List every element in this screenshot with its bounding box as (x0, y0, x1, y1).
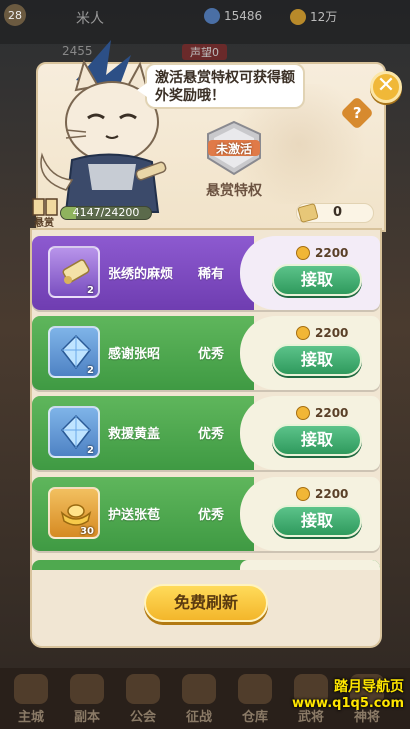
nav-item-guild[interactable]: 公会 (130, 706, 156, 725)
quest-card: 2 感谢张昭 优秀 2200 接取 (32, 316, 380, 390)
item-qty: 2 (87, 285, 94, 296)
player-name: 米人 (76, 11, 104, 27)
quest-name: 救援黄盖 (108, 427, 161, 442)
bubble-text: 激活悬赏特权可获得额外奖励哦！ (155, 70, 295, 104)
item-qty: 2 (87, 365, 94, 376)
quest-card-partial (32, 560, 380, 570)
nav-icon-guild[interactable] (126, 674, 160, 704)
accept-button[interactable]: 接取 (272, 424, 362, 456)
quest-name: 护送张苞 (108, 508, 161, 523)
nav-icon-dungeon[interactable] (70, 674, 104, 704)
item-qty: 30 (80, 526, 94, 537)
watermark-line-1: 踏月导航页 (334, 679, 404, 695)
nav-icon-campaign[interactable] (182, 674, 216, 704)
coin-icon (296, 406, 310, 420)
currency-2: 12万 (290, 8, 337, 25)
nav-item-campaign[interactable]: 征战 (186, 706, 212, 725)
progress-text: 4147/24200 (72, 206, 140, 219)
currency-1-value: 15486 (224, 9, 263, 23)
quest-reward: 2200 (296, 326, 348, 340)
token-icon (297, 202, 319, 224)
bounty-privilege[interactable]: 未激活 悬赏特权 (196, 120, 272, 200)
bounty-token-counter: 0 (296, 202, 374, 224)
bounty-progress-bar: 4147/24200 (60, 206, 152, 220)
quest-card: 30 护送张苞 优秀 2200 接取 (32, 477, 380, 551)
coin-icon (296, 246, 310, 260)
quest-reward: 2200 (296, 406, 348, 420)
accept-button[interactable]: 接取 (272, 344, 362, 376)
coin-icon (296, 326, 310, 340)
accept-button[interactable]: 接取 (272, 264, 362, 296)
privilege-state: 未激活 (215, 142, 252, 156)
token-value: 0 (333, 205, 343, 220)
bounty-book: 悬赏 (32, 198, 60, 229)
privilege-label: 悬赏特权 (206, 183, 262, 199)
quest-reward: 2200 (296, 487, 348, 501)
reward-amount: 2200 (315, 246, 349, 260)
close-icon: ✕ (376, 73, 396, 98)
currency-2-value: 12万 (310, 10, 338, 24)
nav-item-dungeon[interactable]: 副本 (74, 706, 100, 725)
quest-rarity: 优秀 (198, 427, 225, 442)
nav-icon-main-city[interactable] (14, 674, 48, 704)
top-status-bar: 28 米人 15486 12万 2455 声望0 (0, 0, 410, 60)
quest-name: 张绣的麻烦 (108, 267, 174, 282)
reward-amount: 2200 (315, 406, 349, 420)
rank-badge: 声望0 (182, 44, 227, 60)
quest-item-slot: 2 (48, 406, 100, 458)
bubble-tail (137, 83, 147, 97)
watermark-line-2: www.q1q5.com (292, 696, 404, 711)
quest-item-slot: 2 (48, 246, 100, 298)
quest-rarity: 稀有 (198, 267, 225, 282)
free-refresh-button[interactable]: 免费刷新 (144, 584, 268, 622)
quest-name: 感谢张昭 (108, 347, 161, 362)
quest-reward-area (240, 560, 380, 570)
bounty-label: 悬赏 (34, 218, 54, 229)
quest-reward: 2200 (296, 246, 348, 260)
nav-item-main-city[interactable]: 主城 (18, 706, 44, 725)
reward-amount: 2200 (315, 487, 349, 501)
gold-icon (290, 8, 306, 25)
accept-button[interactable]: 接取 (272, 505, 362, 537)
reward-amount: 2200 (315, 326, 349, 340)
question-icon: ? (352, 103, 362, 122)
quest-item-slot: 2 (48, 326, 100, 378)
player-level: 28 (4, 4, 26, 26)
quest-rarity: 优秀 (198, 508, 225, 523)
nav-item-warehouse[interactable]: 仓库 (242, 706, 268, 725)
speech-bubble: 激活悬赏特权可获得额外奖励哦！ (137, 63, 305, 109)
coin-icon (296, 487, 310, 501)
quest-card: 2 张绣的麻烦 稀有 2200 接取 (32, 236, 380, 310)
quest-rarity: 优秀 (198, 347, 225, 362)
coin-icon (204, 8, 220, 24)
quest-item-slot: 30 (48, 487, 100, 539)
nav-icon-warehouse[interactable] (238, 674, 272, 704)
watermark: 踏月导航页 www.q1q5.com (292, 676, 404, 711)
currency-1: 15486 (204, 8, 262, 24)
quest-card: 2 救援黄盖 优秀 2200 接取 (32, 396, 380, 470)
item-qty: 2 (87, 445, 94, 456)
close-button[interactable]: ✕ (370, 71, 402, 103)
